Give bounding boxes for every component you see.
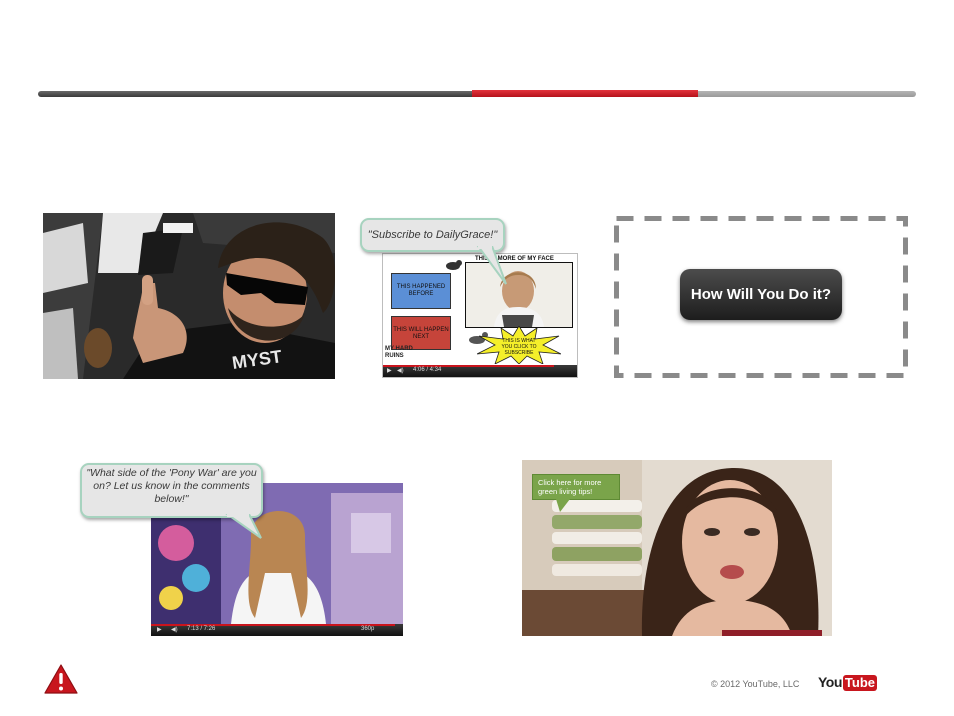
volume-icon[interactable]: ◀) [171, 626, 178, 633]
sunglasses-video-frame: MYST [43, 213, 335, 379]
copyright-text: © 2012 YouTube, LLC [711, 679, 800, 689]
annotation-before[interactable]: THIS HAPPENED BEFORE [391, 273, 451, 309]
video-controls[interactable]: ▶ ◀) 7:13 / 7:26 360p [151, 624, 403, 636]
progress-completed [38, 91, 472, 97]
subscribe-burst[interactable]: THIS IS WHAT YOU CLICK TO SUBSCRIBE [476, 325, 562, 365]
callout-pony-war: "What side of the 'Pony War' are you on?… [80, 463, 263, 518]
play-icon[interactable]: ▶ [157, 626, 162, 633]
progress-current [472, 90, 698, 97]
annotation-pointer [556, 499, 570, 512]
video-controls[interactable]: ▶ ◀) 4:06 / 4:34 [383, 365, 577, 377]
callout-pointer [225, 514, 262, 539]
green-tip-annotation[interactable]: Click here for more green living tips! [532, 474, 620, 500]
time-readout: 7:13 / 7:26 [187, 626, 216, 632]
how-will-you-do-it-button[interactable]: How Will You Do it? [680, 269, 842, 320]
play-icon[interactable]: ▶ [387, 367, 392, 374]
progress-bar[interactable] [383, 365, 554, 367]
logo-tube: Tube [842, 675, 877, 691]
burst-text: THIS IS WHAT YOU CLICK TO SUBSCRIBE [501, 338, 537, 356]
youtube-logo: You Tube [818, 674, 877, 692]
callout-pointer [476, 246, 507, 285]
video-thumbnail-sunglasses[interactable]: MYST [43, 213, 335, 379]
volume-icon[interactable]: ◀) [397, 367, 404, 374]
quality-readout[interactable]: 360p [361, 626, 374, 632]
channel-logo: MY HARD RUINS [385, 346, 413, 359]
warning-icon [44, 664, 78, 694]
logo-you: You [818, 674, 842, 690]
time-readout: 4:06 / 4:34 [413, 367, 442, 373]
annotation-next[interactable]: THIS WILL HAPPEN NEXT [391, 316, 451, 350]
progress-remaining [698, 91, 916, 97]
